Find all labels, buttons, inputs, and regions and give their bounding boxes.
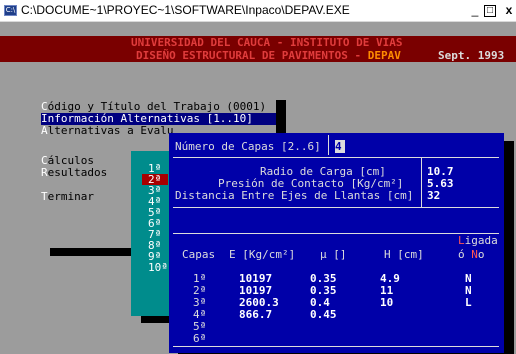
header-date: Sept. 1993 — [438, 49, 505, 62]
header-bar-1: UNIVERSIDAD DEL CAUCA - INSTITUTO DE VIA… — [0, 36, 516, 49]
divider-horizontal — [173, 346, 499, 347]
capas-count-input[interactable]: 4 — [335, 141, 342, 153]
menu-item-resultados[interactable]: Resultados — [41, 167, 141, 179]
col-header-h: H [cm] — [384, 248, 424, 261]
o-prefix: ó — [458, 248, 472, 261]
col-header-mu: µ [] — [320, 248, 347, 261]
col-header-capas: Capas — [182, 248, 216, 261]
distancia-input[interactable]: 32 — [427, 190, 440, 202]
col-header-ligada: Ligada — [458, 235, 498, 246]
menu-item-label: esultados — [47, 166, 108, 179]
close-button[interactable]: x — [502, 3, 516, 18]
window-title: C:\DOCUME~1\PROYEC~1\SOFTWARE\Inpaco\DEP… — [21, 3, 350, 17]
header-university: UNIVERSIDAD DEL CAUCA - INSTITUTO DE VIA… — [131, 36, 403, 49]
menu-item-terminar[interactable]: Terminar — [41, 191, 141, 203]
row-capa: 6ª — [193, 332, 207, 345]
menu-item-label: erminar — [47, 190, 94, 203]
maximize-button[interactable]: □ — [484, 5, 496, 17]
divider-horizontal — [173, 233, 499, 234]
col-header-e: E [Kg/cm²] — [229, 248, 296, 261]
layers-dialog: Número de Capas [2..6] 4 Radio de Carga … — [169, 133, 504, 353]
row-ligada[interactable]: L — [465, 297, 472, 309]
no-label: o — [477, 248, 485, 261]
divider-vertical — [328, 135, 329, 155]
list-item[interactable]: 10ª — [148, 262, 168, 273]
row-mu[interactable]: 0.45 — [310, 309, 337, 321]
menu-hotkey: T — [41, 190, 48, 203]
header-subtitle: DISEÑO ESTRUCTURAL DE PAVIMENTOS - DEPAV — [136, 49, 401, 62]
col-header-o-no: ó No — [458, 249, 485, 261]
ligada-hotkey: L — [458, 234, 465, 247]
distancia-label: Distancia Entre Ejes de Llantas [cm] — [175, 189, 414, 202]
console-app-icon[interactable]: C:\ — [4, 5, 17, 16]
capas-count-label: Número de Capas [2..6] — [175, 140, 321, 153]
ligada-label: igada — [464, 234, 498, 247]
menu-hotkey: R — [41, 166, 48, 179]
header-bar-2: DISEÑO ESTRUCTURAL DE PAVIMENTOS - DEPAV… — [0, 49, 516, 62]
console-area: UNIVERSIDAD DEL CAUCA - INSTITUTO DE VIA… — [0, 22, 516, 354]
row-e[interactable]: 866.7 — [239, 309, 272, 321]
minimize-button[interactable]: _ — [468, 3, 482, 18]
divider-horizontal — [173, 207, 499, 208]
divider-vertical — [421, 157, 422, 207]
menu-hotkey: A — [41, 124, 48, 137]
window-titlebar[interactable]: C:\ C:\DOCUME~1\PROYEC~1\SOFTWARE\Inpaco… — [0, 0, 516, 22]
header-brand: DEPAV — [367, 49, 401, 62]
header-subtitle-text: DISEÑO ESTRUCTURAL DE PAVIMENTOS - — [136, 49, 368, 62]
menu-item-label: lternativas a Evalu — [47, 124, 174, 137]
divider-horizontal — [173, 157, 499, 158]
no-hotkey: N — [471, 248, 478, 261]
row-h[interactable]: 10 — [380, 297, 393, 309]
